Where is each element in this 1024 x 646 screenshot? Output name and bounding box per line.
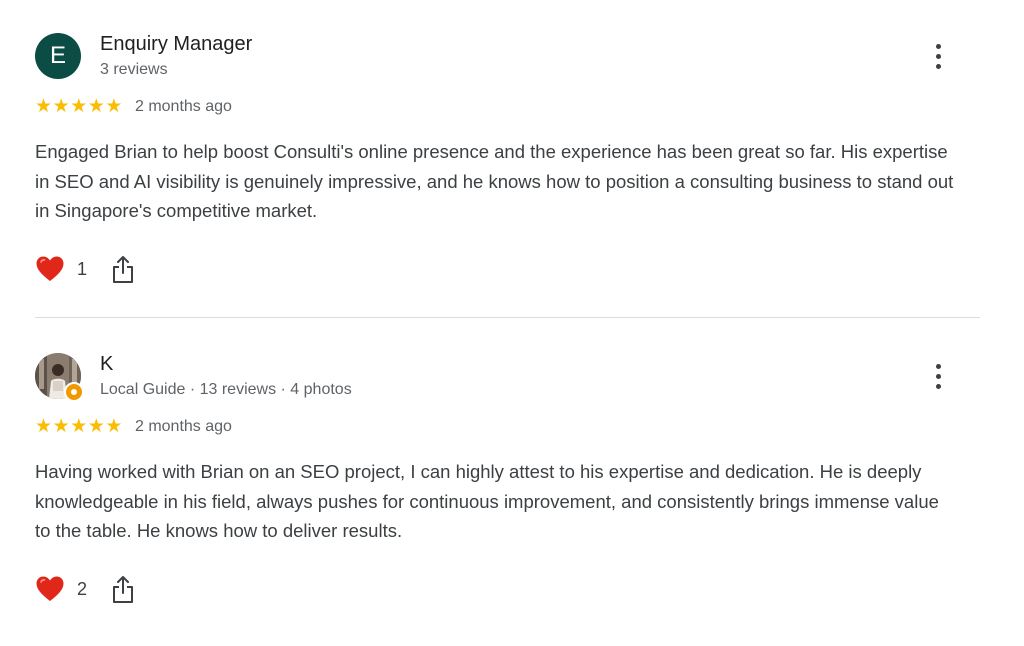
star-rating: ★ ★ ★ ★ ★ [35,97,123,117]
star-icon: ★ [35,96,53,117]
review-text: Having worked with Brian on an SEO proje… [35,461,939,541]
review-date: 2 months ago [134,418,232,435]
heart-icon [36,256,64,281]
rating-row: ★ ★ ★ ★ ★ 2 months ago [35,96,232,118]
local-guide-badge [64,382,84,402]
more-options-button[interactable] [924,40,952,72]
reviewer-meta[interactable]: 3 reviews [100,61,168,79]
star-icon: ★ [52,96,70,117]
more-vert-icon [935,363,941,369]
reviewer-name[interactable]: K [100,353,113,376]
avatar-letter: E [49,42,66,69]
more-vert-icon [935,43,941,49]
like-count: 2 [77,578,88,599]
star-icon: ★ [105,96,123,117]
star-icon: ★ [87,96,105,117]
review-date: 2 months ago [134,98,232,115]
share-button[interactable] [111,254,135,284]
star-rating: ★ ★ ★ ★ ★ [35,417,123,437]
review-card: K Local Guide · 13 reviews · 4 photos ★ … [0,320,1024,646]
review-actions: 2 [35,572,135,606]
reviewer-name[interactable]: Enquiry Manager [100,33,252,56]
review-actions: 1 [35,252,135,286]
star-icon: ★ [105,416,123,437]
share-button[interactable] [111,574,135,604]
share-icon [113,256,134,283]
like-count: 1 [77,258,88,279]
review-card: E Enquiry Manager 3 reviews ★ ★ ★ ★ ★ 2 … [0,0,1024,318]
like-button[interactable] [35,575,65,603]
share-icon [113,576,134,603]
star-icon: ★ [52,416,70,437]
reviewer-meta[interactable]: Local Guide · 13 reviews · 4 photos [100,381,352,399]
star-icon: ★ [70,416,88,437]
divider [35,317,980,318]
avatar[interactable]: E [35,33,81,79]
heart-icon [36,576,64,601]
like-button[interactable] [35,255,65,283]
avatar[interactable] [35,353,84,402]
star-icon: ★ [70,96,88,117]
more-options-button[interactable] [924,360,952,392]
review-text: Engaged Brian to help boost Consulti's o… [35,141,954,221]
star-icon: ★ [87,416,105,437]
star-icon: ★ [35,416,53,437]
rating-row: ★ ★ ★ ★ ★ 2 months ago [35,416,232,438]
